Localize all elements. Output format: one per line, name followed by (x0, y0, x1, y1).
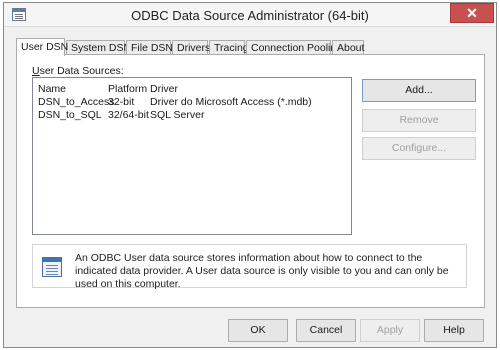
data-sources-list[interactable]: Name Platform Driver DSN_to_Access 32-bi… (32, 77, 352, 235)
window-title: ODBC Data Source Administrator (64-bit) (131, 8, 369, 23)
info-box: An ODBC User data source stores informat… (32, 244, 467, 290)
list-header: Name Platform Driver (33, 83, 351, 96)
tab-system-dsn[interactable]: System DSN (66, 40, 131, 55)
tab-file-dsn[interactable]: File DSN (126, 40, 173, 55)
column-header-name[interactable]: Name (38, 83, 66, 95)
list-item[interactable]: DSN_to_SQL 32/64-bit SQL Server (33, 109, 351, 122)
dsn-platform: 32/64-bit (108, 109, 149, 121)
ok-button[interactable]: OK (228, 319, 288, 342)
data-source-info-icon (42, 257, 62, 277)
remove-button[interactable]: Remove (362, 109, 476, 132)
add-button[interactable]: Add... (362, 79, 476, 102)
apply-button[interactable]: Apply (360, 319, 420, 342)
cancel-button[interactable]: Cancel (296, 319, 356, 342)
tab-user-dsn[interactable]: User DSN (16, 38, 68, 56)
tab-about[interactable]: About (332, 40, 364, 55)
dsn-driver: Driver do Microsoft Access (*.mdb) (150, 96, 312, 108)
accelerator-key: U (32, 65, 40, 77)
user-dsn-panel: User Data Sources: Name Platform Driver … (16, 54, 485, 308)
dsn-name: DSN_to_Access (38, 96, 115, 108)
info-text: An ODBC User data source stores informat… (75, 252, 449, 290)
close-button[interactable]: ✕ (450, 3, 494, 23)
tab-connection-pooling[interactable]: Connection Pooling (246, 40, 342, 55)
list-item[interactable]: DSN_to_Access 32-bit Driver do Microsoft… (33, 96, 351, 109)
help-button[interactable]: Help (424, 319, 484, 342)
column-header-driver[interactable]: Driver (150, 83, 178, 95)
section-label-text: ser Data Sources: (39, 65, 124, 77)
user-data-sources-label: User Data Sources: (32, 65, 124, 77)
title-bar: ODBC Data Source Administrator (64-bit) … (4, 3, 496, 27)
odbc-admin-window: ODBC Data Source Administrator (64-bit) … (3, 2, 497, 348)
dsn-driver: SQL Server (150, 109, 205, 121)
tab-drivers[interactable]: Drivers (172, 40, 210, 55)
column-header-platform[interactable]: Platform (108, 83, 147, 95)
tab-tracing[interactable]: Tracing (209, 40, 249, 55)
dsn-platform: 32-bit (108, 96, 135, 108)
dsn-name: DSN_to_SQL (38, 109, 102, 121)
configure-button[interactable]: Configure... (362, 137, 476, 160)
